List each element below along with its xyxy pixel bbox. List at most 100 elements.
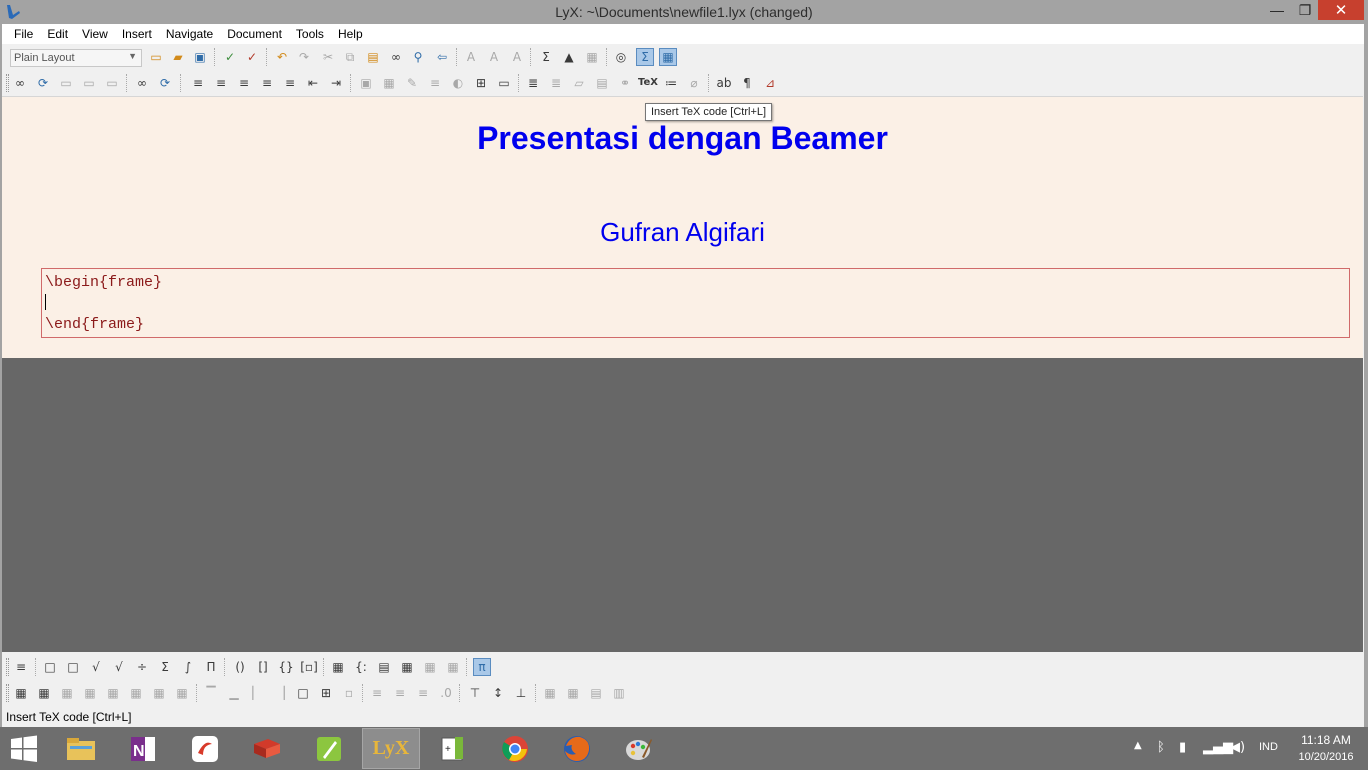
master-view-icon[interactable]: ∞ [134,75,150,91]
update-other-icon[interactable]: ▭ [81,75,97,91]
taskbar-green-app[interactable] [300,728,358,769]
outline-icon[interactable]: ≡ [282,75,298,91]
border-bottom-icon[interactable]: ▁ [226,685,242,701]
table-row-icon[interactable]: ▦ [13,685,29,701]
table-swap-row-icon[interactable]: ▦ [151,685,167,701]
valign-top-icon[interactable]: ⊤ [467,685,483,701]
paragraph-layout-select[interactable]: Plain Layout ▼ [10,49,142,67]
taskbar-texmaker[interactable]: + [424,728,482,769]
menu-insert[interactable]: Insert [115,27,159,41]
outline-in-icon[interactable]: ⇥ [328,75,344,91]
input-language[interactable]: IND [1259,741,1278,753]
braces-icon[interactable]: {} [278,659,294,675]
taskbar-chrome[interactable] [486,728,544,769]
copy-icon[interactable]: ⧉ [342,49,358,65]
text-style-ab-icon[interactable]: ab [716,75,732,91]
bluetooth-icon[interactable]: ᛒ [1157,740,1165,755]
parentheses-icon[interactable]: () [232,659,248,675]
math-table-icon[interactable]: ▤ [376,659,392,675]
taskbar-lyx[interactable]: LyX [362,728,420,769]
fraction-icon[interactable]: ÷ [134,659,150,675]
brackets-icon[interactable]: [] [255,659,271,675]
depth-decrease-icon[interactable]: ≡ [236,75,252,91]
tray-overflow-chevron-icon[interactable]: ▲ [1134,740,1142,751]
cut-icon[interactable]: ✂ [320,49,336,65]
compass-icon[interactable]: ◎ [613,49,629,65]
insert-note-icon[interactable]: ◐ [450,75,466,91]
view-icon[interactable]: ∞ [12,75,28,91]
insert-tex-code-icon[interactable]: TeX [638,75,658,91]
multirow-icon[interactable]: ▦ [565,685,581,701]
new-document-icon[interactable]: ▭ [148,49,164,65]
paste-icon[interactable]: ▤ [365,49,381,65]
battery-icon[interactable]: ▮ [1179,740,1186,755]
start-button[interactable] [0,727,48,770]
cases-icon[interactable]: {: [353,659,369,675]
subscript-icon[interactable]: □ [42,659,58,675]
tex-code-inset[interactable]: \begin{frame} \end{frame} [41,268,1350,338]
multicolumn-icon[interactable]: ▦ [542,685,558,701]
align-left-icon[interactable]: ≡ [369,685,385,701]
spellcheck-icon[interactable]: ✓ [222,49,238,65]
search-icon[interactable]: ⚲ [410,49,426,65]
chart-icon[interactable]: ⊿ [762,75,778,91]
toggle-math-toolbar-icon[interactable]: Σ [636,48,654,66]
export-icon[interactable]: ▭ [104,75,120,91]
editor-workarea[interactable]: Presentasi dengan Beamer Gufran Algifari… [2,96,1363,652]
insert-graphics-icon[interactable]: ▲ [561,49,577,65]
depth-increase-icon[interactable]: ≡ [259,75,275,91]
table-copy-row-icon[interactable]: ▦ [105,685,121,701]
outline-out-icon[interactable]: ⇤ [305,75,321,91]
border-right-icon[interactable]: ▕ [272,685,288,701]
math-sum-icon[interactable]: Σ [538,49,554,65]
taskbar-swiftkey[interactable] [176,728,234,769]
open-folder-icon[interactable]: ▰ [170,49,186,65]
taskbar-onenote[interactable]: N [114,728,172,769]
redo-icon[interactable]: ↷ [296,49,312,65]
enumerate-icon[interactable]: ≡ [213,75,229,91]
menu-navigate[interactable]: Navigate [159,27,220,41]
insert-branch-icon[interactable]: ⊞ [473,75,489,91]
document-author[interactable]: Gufran Algifari [2,217,1363,248]
menu-edit[interactable]: Edit [40,27,75,41]
math-array-icon[interactable]: ▦ [399,659,415,675]
clock-time[interactable]: 11:18 AM [1296,733,1356,747]
insert-toc-icon[interactable]: ≣ [525,75,541,91]
product-icon[interactable]: Π [203,659,219,675]
insert-citation-icon[interactable]: ≔ [663,75,679,91]
toggle-table-toolbar-icon[interactable]: ▦ [659,48,677,66]
navigate-back-icon[interactable]: ⇦ [434,49,450,65]
update-icon[interactable]: ⟳ [35,75,51,91]
valign-bottom-icon[interactable]: ⊥ [513,685,529,701]
rotate-cell-icon[interactable]: ▥ [611,685,627,701]
menu-view[interactable]: View [75,27,115,41]
border-all-icon[interactable]: ⊞ [318,685,334,701]
insert-table-icon[interactable]: ▦ [584,49,600,65]
spellcheck-continuous-icon[interactable]: ✓ [244,49,260,65]
math-panels-icon[interactable]: π [473,658,491,676]
matrix-icon[interactable]: ▦ [330,659,346,675]
taskbar-file-explorer[interactable] [52,728,110,769]
border-none-icon[interactable]: ▫ [341,685,357,701]
align-right-icon[interactable]: ≡ [415,685,431,701]
undo-icon[interactable]: ↶ [274,49,290,65]
superscript-icon[interactable]: □ [65,659,81,675]
table-delete-col-icon[interactable]: ▦ [82,685,98,701]
integral-icon[interactable]: ∫ [180,659,196,675]
insert-label-icon[interactable]: ▤ [594,75,610,91]
taskbar-book-reader[interactable] [238,728,296,769]
math-grid-icon[interactable]: ▦ [422,659,438,675]
insert-hyperlink-icon[interactable]: ⚭ [617,75,633,91]
align-center-icon[interactable]: ≡ [392,685,408,701]
text-style-icon[interactable]: A [509,49,525,65]
table-copy-col-icon[interactable]: ▦ [128,685,144,701]
document-title[interactable]: Presentasi dengan Beamer [2,120,1363,157]
noun-icon[interactable]: A [486,49,502,65]
menu-document[interactable]: Document [220,27,289,41]
insert-nomencl-icon[interactable]: ▱ [571,75,587,91]
insert-figure-icon[interactable]: ▣ [358,75,374,91]
math-grid2-icon[interactable]: ▦ [445,659,461,675]
insert-attachment-icon[interactable]: ⌀ [686,75,702,91]
insert-index-icon[interactable]: ≣ [548,75,564,91]
longtable-icon[interactable]: ▤ [588,685,604,701]
